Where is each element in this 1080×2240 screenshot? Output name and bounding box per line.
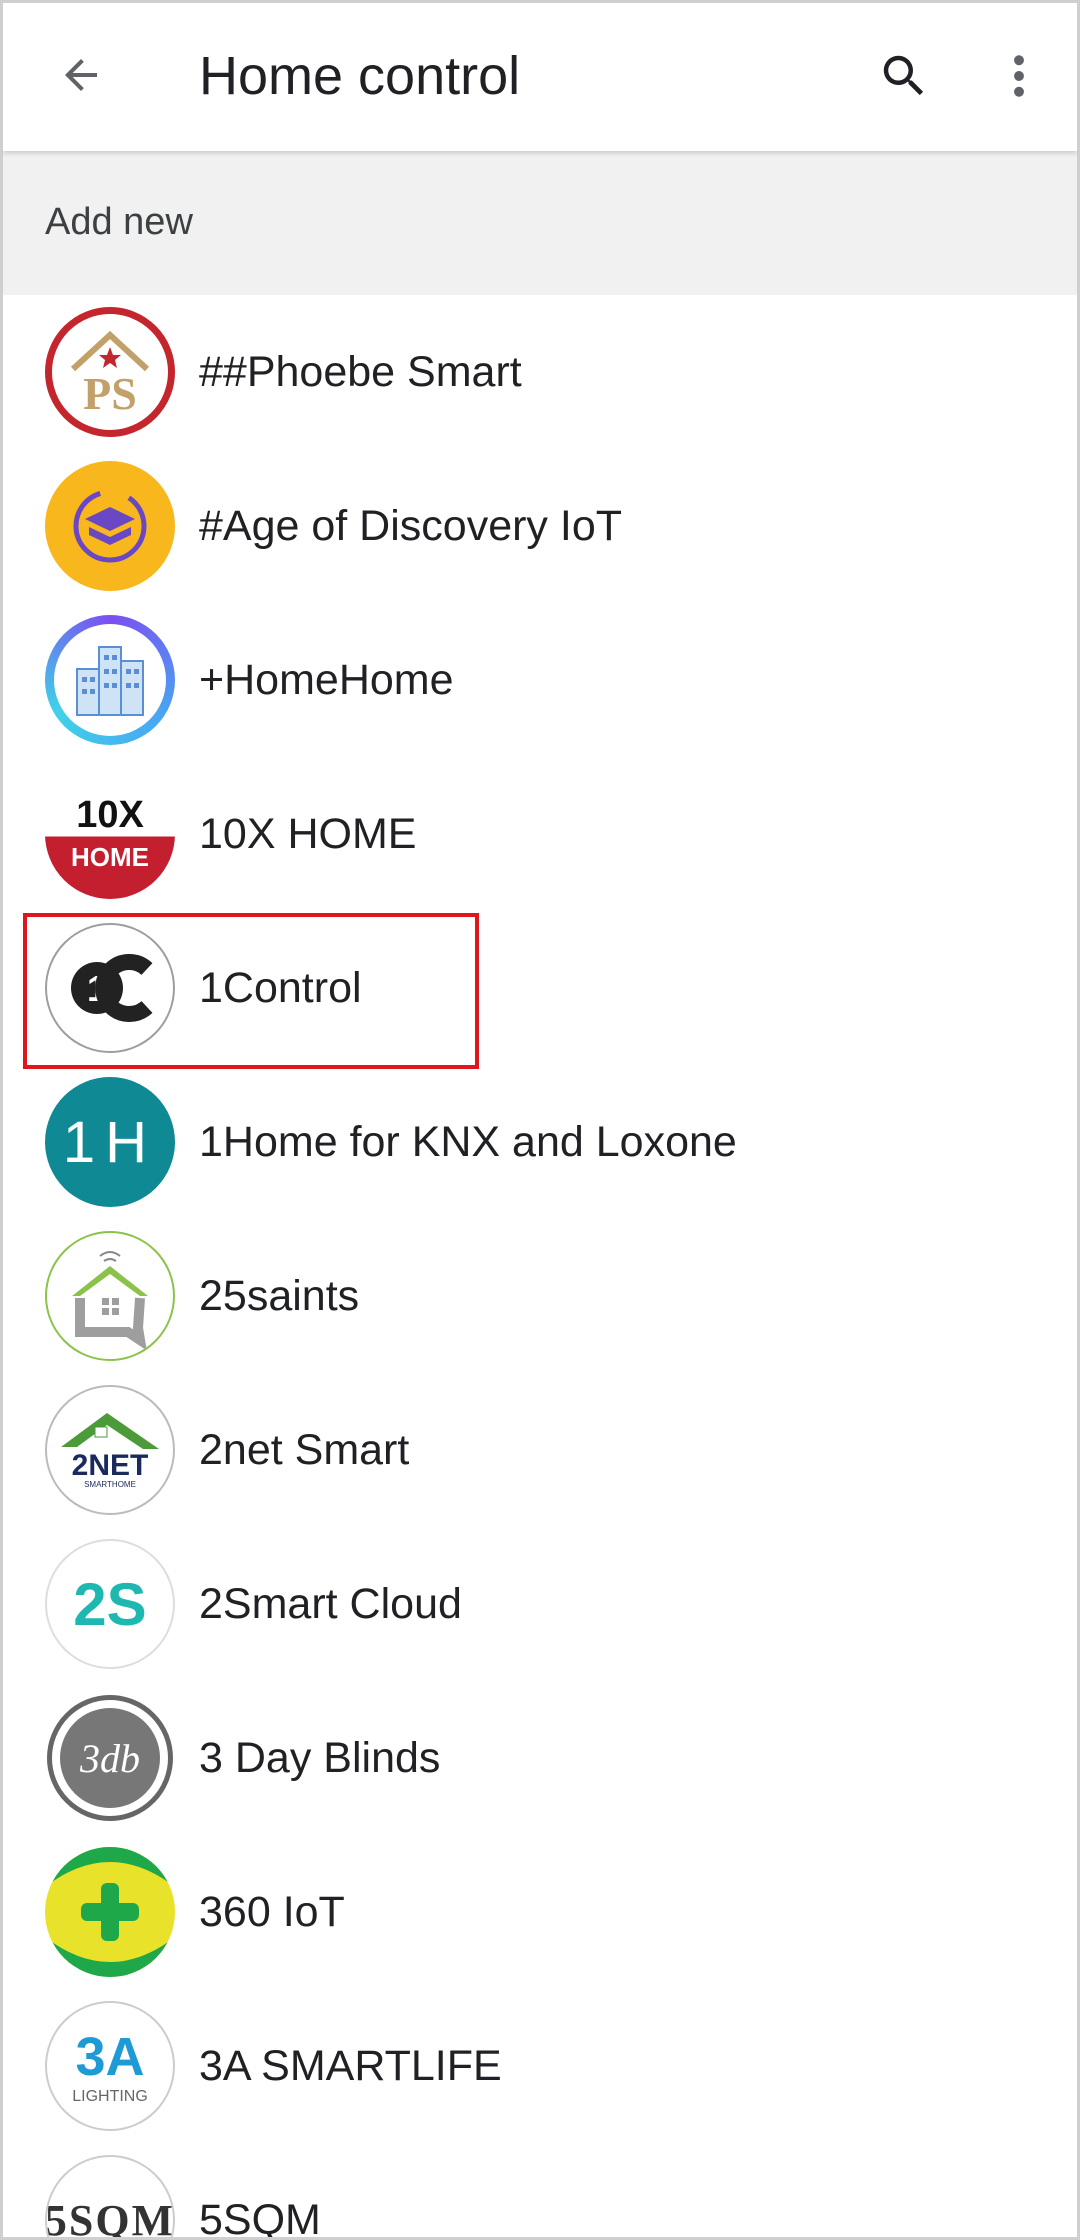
tenx-logo-subtext: HOME (71, 842, 149, 872)
item-label: 25saints (199, 1271, 360, 1320)
onehome-logo-text: 1H (62, 1109, 158, 1175)
list-item[interactable]: 1H 1Home for KNX and Loxone (3, 1065, 1077, 1219)
twonet-logo-text: 2NET (72, 1449, 149, 1482)
more-options-button[interactable] (989, 41, 1049, 111)
phoebe-logo-text: PS (83, 368, 137, 419)
search-button[interactable] (869, 41, 939, 111)
item-label: 10X HOME (199, 809, 417, 858)
fivesqm-logo-text: 5SQM (45, 2195, 175, 2240)
twonet-logo-subtext: SMARTHOME (84, 1480, 136, 1489)
1home-logo-icon: 1H (45, 1077, 175, 1207)
phoebe-smart-logo-icon: PS (45, 307, 175, 437)
item-label: 1Control (199, 963, 362, 1012)
threea-logo-text: 3A (75, 2027, 144, 2087)
item-label: ##Phoebe Smart (199, 347, 522, 396)
list-item[interactable]: 2S 2Smart Cloud (3, 1527, 1077, 1681)
item-label: 2net Smart (199, 1425, 410, 1474)
list-item[interactable]: 360 IoT (3, 1835, 1077, 1989)
age-of-discovery-logo-icon (45, 461, 175, 591)
search-icon (883, 55, 924, 96)
360-iot-logo-icon (45, 1847, 175, 1977)
item-label: 360 IoT (199, 1887, 345, 1936)
item-label: 1Home for KNX and Loxone (199, 1117, 737, 1166)
5sqm-logo-icon: 5SQM (45, 2155, 175, 2240)
item-label: #Age of Discovery IoT (199, 501, 623, 550)
page-title: Home control (199, 46, 521, 106)
threeday-logo-text: 3db (80, 1735, 140, 1781)
list-item[interactable]: 3db 3 Day Blinds (3, 1681, 1077, 1835)
tenx-logo-text: 10X (76, 794, 144, 836)
section-header: Add new (3, 151, 1077, 295)
list-item[interactable]: 1 1Control (3, 911, 1077, 1065)
list-item[interactable]: 10X HOME 10X HOME (3, 757, 1077, 911)
item-label: +HomeHome (199, 655, 454, 704)
twosmart-logo-text: 2S (73, 1570, 147, 1638)
2net-smart-logo-icon: 2NET SMARTHOME (45, 1385, 175, 1515)
1control-logo-icon: 1 (45, 923, 175, 1053)
list-item[interactable]: PS ##Phoebe Smart (3, 295, 1077, 449)
app-bar: Home control (3, 3, 1077, 151)
2smart-cloud-logo-icon: 2S (45, 1539, 175, 1669)
3a-smartlife-logo-icon: 3A LIGHTING (45, 2001, 175, 2131)
threea-logo-subtext: LIGHTING (72, 2088, 148, 2105)
item-label: 5SQM (199, 2195, 321, 2240)
back-button[interactable] (49, 43, 113, 107)
item-label: 2Smart Cloud (199, 1579, 462, 1628)
arrow-back-icon (65, 59, 97, 91)
section-label: Add new (45, 201, 193, 243)
more-vert-icon (1014, 55, 1024, 97)
provider-list: PS ##Phoebe Smart #Age of Discovery IoT (3, 295, 1077, 2240)
list-item[interactable]: 2NET SMARTHOME 2net Smart (3, 1373, 1077, 1527)
homehome-logo-icon (45, 615, 175, 745)
10x-home-logo-icon: 10X HOME (45, 769, 175, 899)
item-label: 3 Day Blinds (199, 1733, 441, 1782)
25saints-logo-icon (45, 1231, 175, 1361)
screen: Home control Add new PS ##Phoebe Smart #… (0, 0, 1080, 2240)
list-item[interactable]: 3A LIGHTING 3A SMARTLIFE (3, 1989, 1077, 2143)
3-day-blinds-logo-icon: 3db (45, 1693, 175, 1823)
list-item[interactable]: #Age of Discovery IoT (3, 449, 1077, 603)
list-item[interactable]: 25saints (3, 1219, 1077, 1373)
list-item[interactable]: +HomeHome (3, 603, 1077, 757)
list-item[interactable]: 5SQM 5SQM (3, 2143, 1077, 2240)
item-label: 3A SMARTLIFE (199, 2041, 502, 2090)
